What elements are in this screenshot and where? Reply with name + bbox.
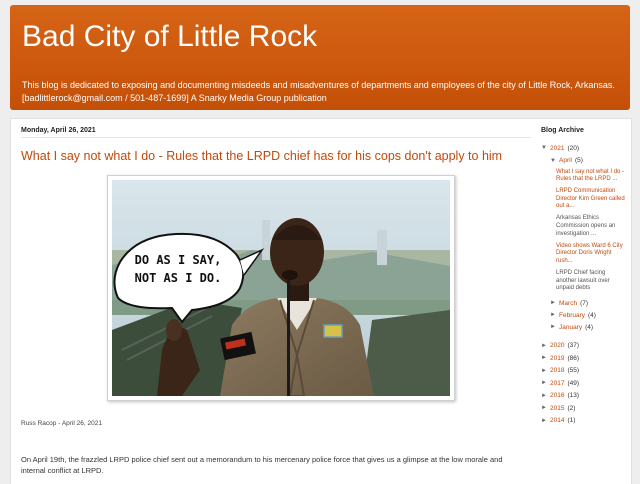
archive-post-list: What I say not what I do - Rules that th… [541,169,626,293]
archive-year-2020[interactable]: ► 2020 (37) [541,339,626,352]
blog-header: Bad City of Little Rock This blog is ded… [10,5,630,110]
archive-year-count: (13) [567,392,580,400]
main-column: Monday, April 26, 2021 What I say not wh… [21,127,536,475]
archive-post-link[interactable]: What I say not what I do - Rules that th… [556,169,626,184]
archive-year-label[interactable]: 2018 [550,367,564,374]
archive-year-2015[interactable]: ► 2015 (2) [541,402,626,415]
archive-year-2018[interactable]: ► 2018 (55) [541,364,626,377]
archive-year-label[interactable]: 2019 [550,355,564,362]
archive-year-2019[interactable]: ► 2019 (86) [541,352,626,365]
expanded-triangle-icon[interactable]: ▼ [550,158,559,164]
speech-bubble-line2: NOT AS I DO. [135,271,222,285]
archive-year-label[interactable]: 2014 [550,417,564,424]
collapsed-triangle-icon[interactable]: ► [541,355,550,361]
archive-year-2021[interactable]: ▼ 2021 (20) [541,142,626,155]
collapsed-triangle-icon[interactable]: ► [541,343,550,349]
archive-month-label[interactable]: March [559,300,577,307]
archive-post-link[interactable]: Arkansas Ethics Commission opens an inve… [556,215,626,238]
archive-post-link[interactable]: LRPD Chief facing another lawsuit over u… [556,270,626,293]
blog-archive-heading: Blog Archive [541,127,584,134]
archive-month-march[interactable]: ► March (7) [541,297,626,309]
expanded-triangle-icon[interactable]: ▼ [541,145,550,151]
archive-post-link[interactable]: Video shows Ward 6 City Director Doris W… [556,243,626,266]
collapsed-triangle-icon[interactable]: ► [541,405,550,411]
archive-year-count: (49) [567,379,580,387]
collapsed-triangle-icon[interactable]: ► [541,368,550,374]
archive-month-count: (4) [588,311,596,319]
archive-year-count: (55) [567,367,580,375]
archive-year-label[interactable]: 2020 [550,342,564,349]
archive-year-label[interactable]: 2017 [550,380,564,387]
post-image[interactable]: DO AS I SAY, NOT AS I DO. [107,175,455,401]
sidebar: Blog Archive ▼ 2021 (20) ▼ April (5) Wha… [541,127,626,427]
blog-description: This blog is dedicated to exposing and d… [22,80,615,103]
archive-month-february[interactable]: ► February (4) [541,309,626,321]
archive-month-label[interactable]: January [559,324,582,331]
collapsed-triangle-icon[interactable]: ► [550,324,559,330]
collapsed-triangle-icon[interactable]: ► [550,300,559,306]
archive-year-2014[interactable]: ► 2014 (1) [541,414,626,427]
post-date: Monday, April 26, 2021 [21,127,531,138]
archive-year-count: (86) [567,354,580,362]
archive-month-count: (7) [580,299,589,307]
collapsed-triangle-icon[interactable]: ► [541,380,550,386]
archive-month-count: (5) [575,157,583,164]
archive-year-count: (1) [567,417,576,425]
archive-year-count: (20) [567,144,580,152]
archive-month-count: (4) [585,323,594,331]
archive-year-2017[interactable]: ► 2017 (49) [541,377,626,390]
archive-year-count: (2) [567,404,576,412]
speech-bubble-line1: DO AS I SAY, [135,253,222,267]
archive-month-label[interactable]: April [559,157,572,164]
archive-month-label[interactable]: February [559,312,585,319]
archive-year-label[interactable]: 2021 [550,145,564,152]
collapsed-triangle-icon[interactable]: ► [550,312,559,318]
archive-year-2016[interactable]: ► 2016 (13) [541,389,626,402]
content-area: Monday, April 26, 2021 What I say not wh… [10,118,632,484]
post-byline: Russ Racop - April 26, 2021 [21,420,102,427]
post-body: On April 19th, the frazzled LRPD police … [21,455,503,475]
archive-month-april[interactable]: ▼ April (5) [541,155,626,167]
archive-year-label[interactable]: 2015 [550,405,564,412]
post-title-link[interactable]: What I say not what I do - Rules that th… [21,148,536,164]
blog-archive: ▼ 2021 (20) ▼ April (5) What I say not w… [541,142,626,427]
collapsed-triangle-icon[interactable]: ► [541,393,550,399]
police-chief-photo: DO AS I SAY, NOT AS I DO. [112,180,450,396]
archive-year-label[interactable]: 2016 [550,392,564,399]
blog-title[interactable]: Bad City of Little Rock [22,19,317,55]
archive-post-link[interactable]: LRPD Communication Director Kim Green ca… [556,188,626,211]
archive-year-count: (37) [567,342,580,350]
archive-month-january[interactable]: ► January (4) [541,321,626,333]
collapsed-triangle-icon[interactable]: ► [541,418,550,424]
